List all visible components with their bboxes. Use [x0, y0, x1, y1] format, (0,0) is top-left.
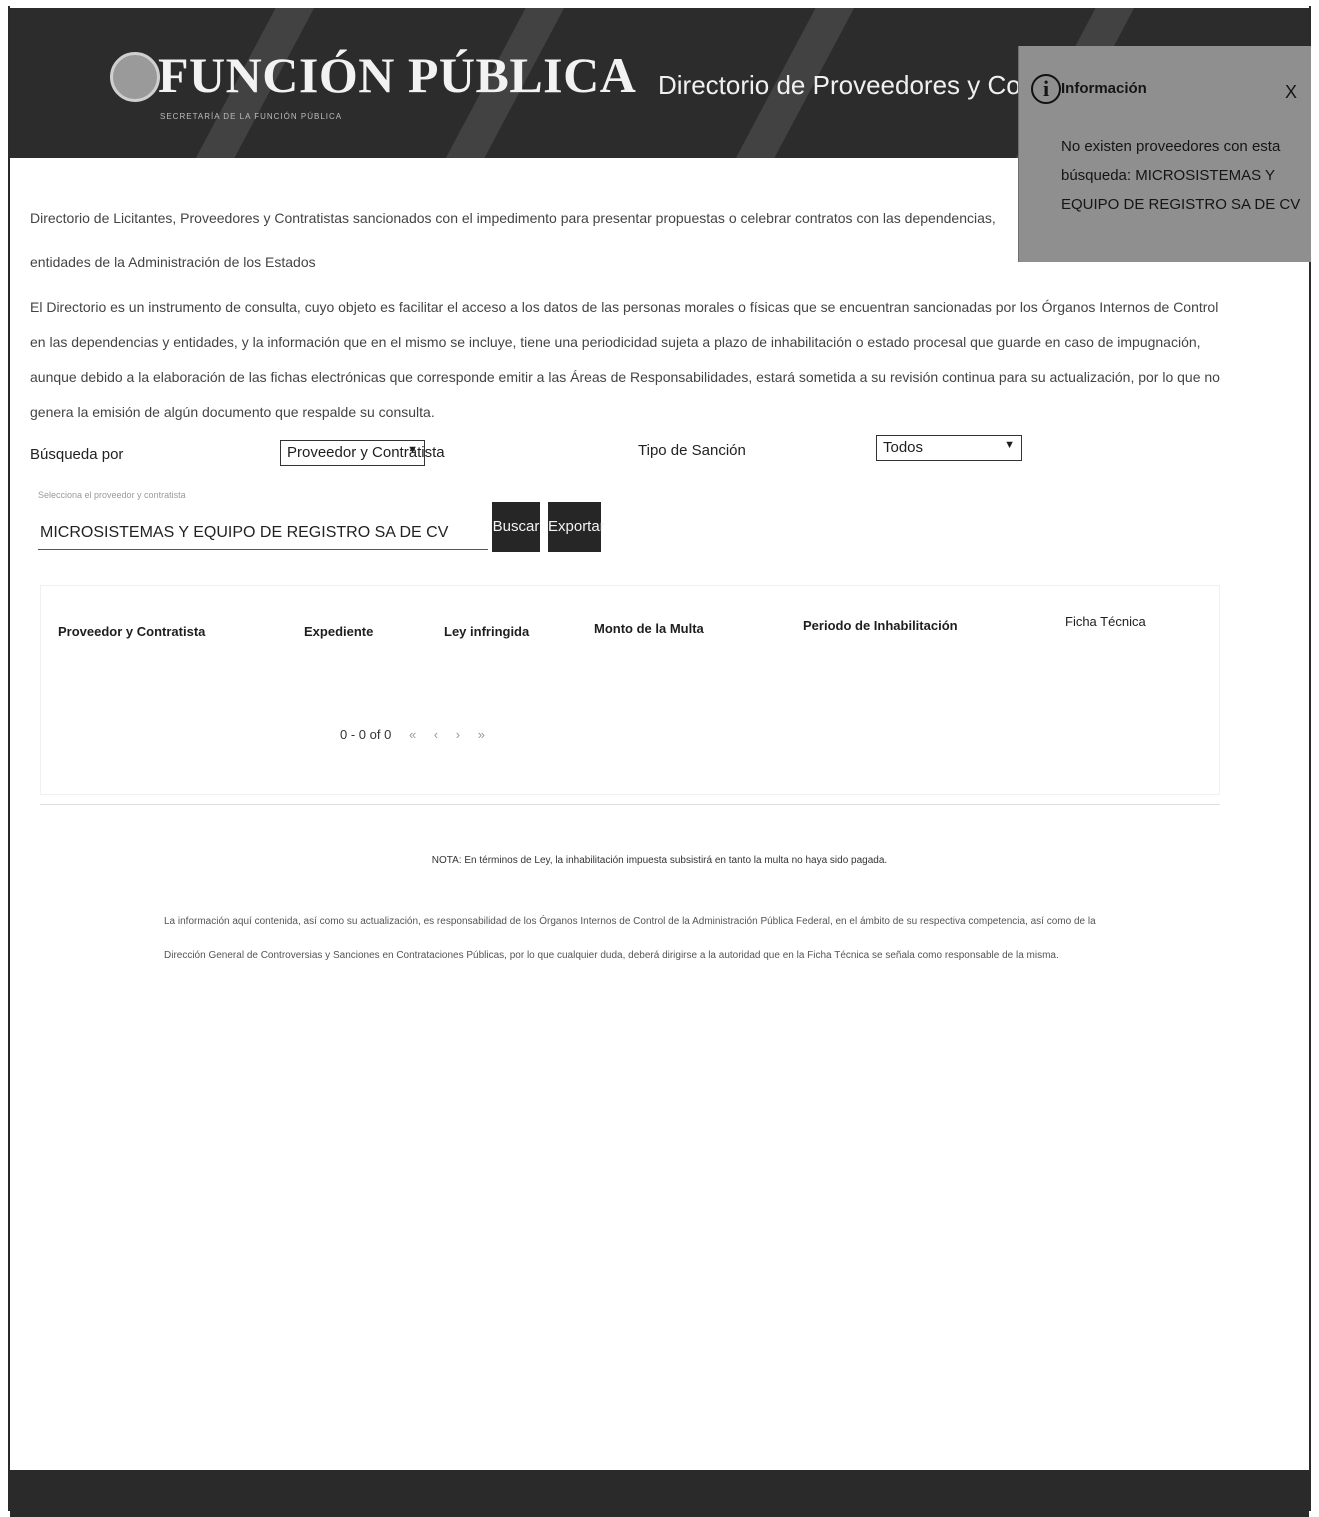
info-icon: i: [1031, 74, 1061, 104]
search-input[interactable]: [38, 516, 488, 550]
footer-info: La información aquí contenida, así como …: [164, 916, 1096, 961]
section-divider: [40, 804, 1220, 805]
sanction-type-label: Tipo de Sanción: [638, 442, 746, 459]
sanction-type-select[interactable]: Todos ▼: [876, 435, 1022, 461]
close-button[interactable]: X: [1285, 82, 1297, 103]
first-page-button[interactable]: «: [409, 727, 416, 742]
intro-paragraph: Directorio de Licitantes, Proveedores y …: [30, 210, 996, 270]
column-header-provider: Proveedor y Contratista: [58, 624, 206, 639]
pagination-range: 0 - 0 of 0: [340, 727, 392, 742]
column-header-law: Ley infringida: [444, 624, 530, 639]
seal-icon: [110, 52, 160, 102]
chevron-down-icon: ▼: [1004, 439, 1015, 451]
search-by-select[interactable]: Proveedor y Contratista ▼: [280, 440, 445, 466]
column-header-sheet: Ficha Técnica: [1065, 614, 1146, 629]
logo-subtitle: SECRETARÍA DE LA FUNCIÓN PÚBLICA: [160, 112, 343, 121]
export-button[interactable]: Exportar: [548, 502, 605, 552]
results-table: [40, 585, 1220, 795]
site-footer: [10, 1470, 1309, 1517]
pagination: 0 - 0 of 0 « ‹ › »: [340, 727, 485, 742]
sanction-type-value: Todos: [883, 439, 924, 456]
info-popup: i Información X No existen proveedores c…: [1018, 46, 1311, 262]
popup-title: Información: [1061, 80, 1147, 97]
legal-note: NOTA: En términos de Ley, la inhabilitac…: [431, 855, 888, 866]
logo-title: FUNCIÓN PÚBLICA: [158, 47, 637, 103]
column-header-fine: Monto de la Multa: [594, 621, 704, 636]
last-page-button[interactable]: »: [478, 727, 485, 742]
search-button[interactable]: Buscar: [492, 502, 540, 552]
column-header-file: Expediente: [304, 624, 374, 639]
search-by-value: Proveedor y Contratista: [287, 444, 445, 461]
description-paragraph: El Directorio es un instrumento de consu…: [30, 299, 1220, 420]
next-page-button[interactable]: ›: [456, 727, 460, 742]
search-hint: Selecciona el proveedor y contratista: [38, 490, 186, 500]
column-header-period: Periodo de Inhabilitación: [803, 618, 958, 633]
search-by-label: Búsqueda por: [30, 446, 124, 463]
prev-page-button[interactable]: ‹: [434, 727, 438, 742]
popup-message: No existen proveedores con esta búsqueda…: [1061, 138, 1301, 213]
chevron-down-icon: ▼: [407, 444, 418, 456]
